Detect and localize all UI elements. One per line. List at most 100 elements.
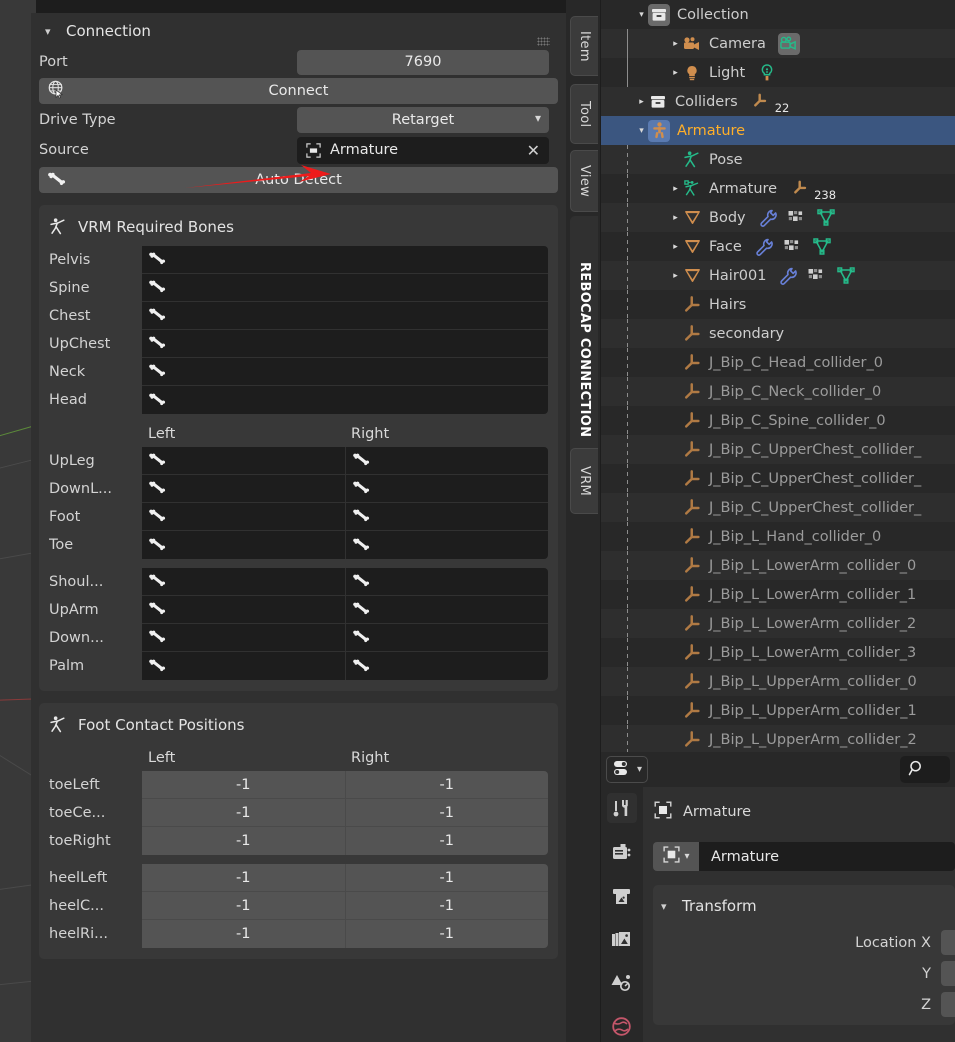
bone-field[interactable] [142,531,346,559]
connect-button[interactable]: Connect [39,78,558,104]
transform-value-field[interactable] [941,930,955,955]
outliner-row[interactable]: secondary [601,319,955,348]
bone-field[interactable] [142,568,346,596]
object-browse-button[interactable]: ▾ [653,842,699,871]
outliner-row[interactable]: ▾ Armature [601,116,955,145]
foot-contact-left-value[interactable]: -1 [142,799,346,827]
outliner-row[interactable]: ▸ Hair001 [601,261,955,290]
chevron-right-icon[interactable]: ▸ [635,97,648,107]
outliner-row[interactable]: J_Bip_C_UpperChest_collider_ [601,435,955,464]
foot-contact-left-value[interactable]: -1 [142,827,346,855]
outliner-row[interactable]: ▸ Armature 238 [601,174,955,203]
outliner-row[interactable]: J_Bip_C_Neck_collider_0 [601,377,955,406]
tab-rebocap-connection[interactable]: REBOCAP CONNECTION [570,216,598,484]
bone-field[interactable] [142,503,346,531]
outliner-row[interactable]: J_Bip_C_UpperChest_collider_ [601,493,955,522]
chevron-down-icon[interactable]: ▾ [635,10,648,20]
wrench-modifier-icon[interactable] [754,237,774,257]
wrench-modifier-icon[interactable] [758,208,778,228]
drag-grip-icon[interactable] [537,37,550,46]
outliner-row[interactable]: J_Bip_L_LowerArm_collider_1 [601,580,955,609]
tab-view-layer[interactable] [607,924,637,954]
tab-output[interactable] [607,881,637,911]
chevron-right-icon[interactable]: ▸ [669,213,682,223]
outliner-row[interactable]: J_Bip_C_UpperChest_collider_ [601,464,955,493]
bone-field[interactable] [142,330,548,358]
bone-field[interactable] [142,274,548,302]
material-icon[interactable] [783,238,803,256]
bone-field[interactable] [142,475,346,503]
outliner-editor[interactable]: ▾ Collection ▸ Camera ▸ Light ▸ Colliders 22 ▾ Arm… [601,0,955,752]
bone-field[interactable] [345,652,548,680]
chevron-right-icon[interactable]: ▸ [669,271,682,281]
foot-contact-title-row[interactable]: Foot Contact Positions [49,711,548,738]
bone-group-icon[interactable] [789,180,809,197]
chevron-right-icon[interactable]: ▸ [669,68,682,78]
wrench-modifier-icon[interactable] [778,266,798,286]
tab-render[interactable] [607,837,637,867]
object-name-input[interactable]: Armature [699,842,955,871]
mesh-data-icon[interactable] [836,266,856,286]
outliner-row[interactable]: J_Bip_L_LowerArm_collider_0 [601,551,955,580]
mesh-data-icon[interactable] [812,237,832,257]
port-input[interactable]: 7690 [297,49,549,75]
outliner-row[interactable]: ▸ Body [601,203,955,232]
outliner-row[interactable]: J_Bip_C_Head_collider_0 [601,348,955,377]
tab-scene[interactable] [607,968,637,998]
transform-value-field[interactable] [941,992,955,1017]
outliner-row[interactable]: ▸ Light [601,58,955,87]
tab-tool[interactable] [607,793,637,823]
bone-field[interactable] [142,596,346,624]
foot-contact-right-value[interactable]: -1 [345,827,548,855]
outliner-row[interactable]: J_Bip_L_UpperArm_collider_1 [601,696,955,725]
light-data-icon[interactable] [757,63,777,82]
bone-field[interactable] [142,652,346,680]
foot-contact-right-value[interactable]: -1 [345,920,548,948]
camera-data-icon[interactable] [777,32,800,55]
auto-detect-button[interactable]: Auto Detect [39,167,558,193]
foot-contact-right-value[interactable]: -1 [345,799,548,827]
outliner-row[interactable]: Hairs [601,290,955,319]
material-icon[interactable] [787,209,807,227]
foot-contact-left-value[interactable]: -1 [142,864,346,892]
foot-contact-right-value[interactable]: -1 [345,771,548,799]
outliner-row[interactable]: J_Bip_L_LowerArm_collider_2 [601,609,955,638]
outliner-row[interactable]: J_Bip_L_UpperArm_collider_0 [601,667,955,696]
search-input[interactable] [900,756,950,783]
bone-field[interactable] [345,624,548,652]
foot-contact-left-value[interactable]: -1 [142,920,346,948]
outliner-row[interactable]: ▸ Colliders 22 [601,87,955,116]
x-icon[interactable]: ✕ [527,141,540,160]
bone-field[interactable] [142,624,346,652]
tab-item[interactable]: Item [570,16,598,76]
tab-world[interactable] [607,1012,637,1042]
vrm-required-bones-title-row[interactable]: VRM Required Bones [49,213,548,240]
foot-contact-left-value[interactable]: -1 [142,771,346,799]
outliner-row[interactable]: ▾ Collection [601,0,955,29]
foot-contact-right-value[interactable]: -1 [345,892,548,920]
outliner-row[interactable]: J_Bip_C_Spine_collider_0 [601,406,955,435]
bone-group-icon[interactable] [750,93,770,110]
outliner-row[interactable]: ▸ Face [601,232,955,261]
bone-field[interactable] [345,596,548,624]
bone-field[interactable] [142,386,548,414]
tab-vrm[interactable]: VRM [570,448,598,514]
outliner-row[interactable]: J_Bip_L_UpperArm_collider_2 [601,725,955,752]
bone-field[interactable] [142,447,346,475]
tab-view[interactable]: View [570,150,598,212]
transform-value-field[interactable] [941,961,955,986]
chevron-right-icon[interactable]: ▸ [669,39,682,49]
source-input[interactable]: Armature ✕ [297,136,549,164]
editor-type-button[interactable]: ▾ [606,756,649,783]
foot-contact-right-value[interactable]: -1 [345,864,548,892]
tab-tool[interactable]: Tool [570,84,598,144]
bone-field[interactable] [142,302,548,330]
drive-type-dropdown[interactable]: Retarget ▾ [297,107,549,133]
chevron-right-icon[interactable]: ▸ [669,184,682,194]
mesh-data-icon[interactable] [816,208,836,228]
chevron-down-icon[interactable]: ▾ [635,126,648,136]
outliner-row[interactable]: Pose [601,145,955,174]
outliner-row[interactable]: ▸ Camera [601,29,955,58]
bone-field[interactable] [345,568,548,596]
bone-field[interactable] [345,447,548,475]
